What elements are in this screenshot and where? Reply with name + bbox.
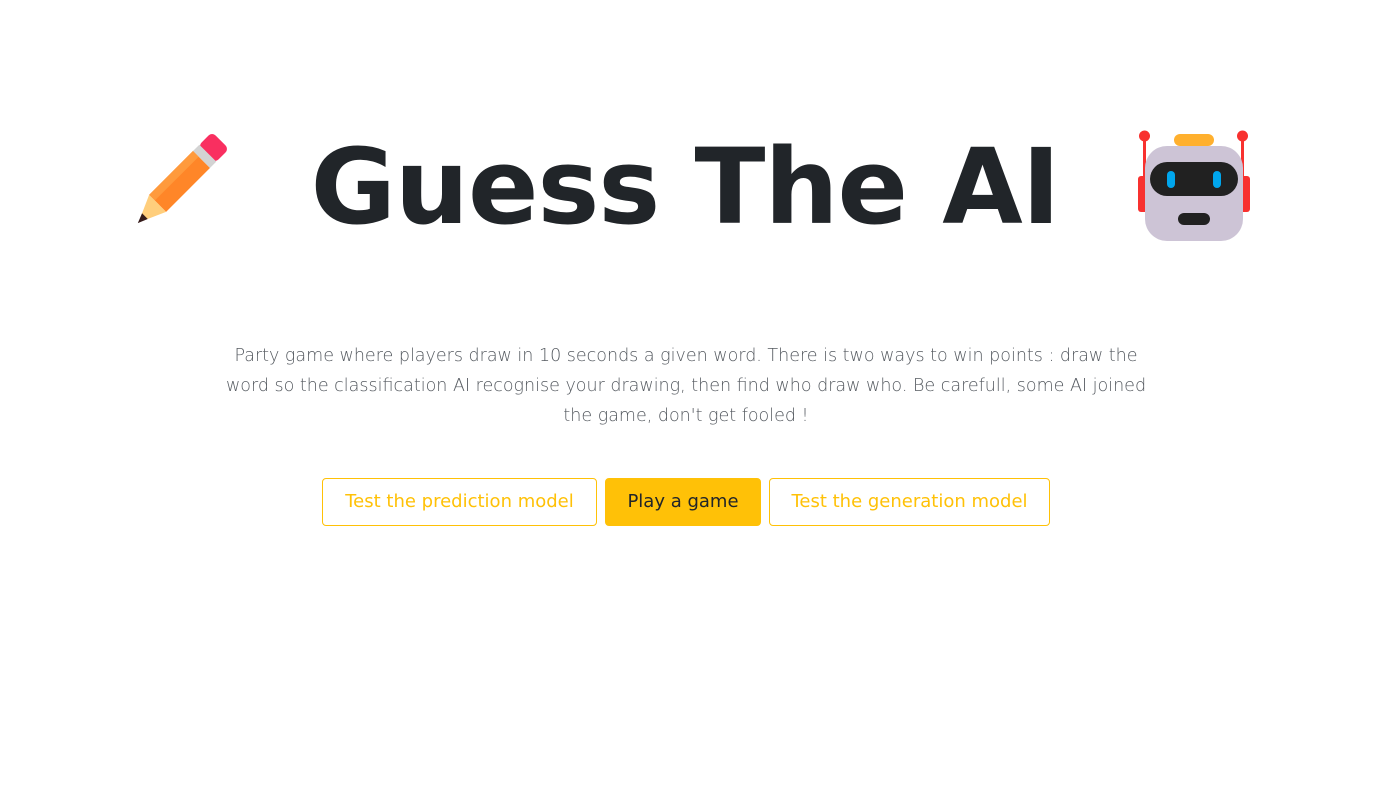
test-prediction-model-button[interactable]: Test the prediction model bbox=[322, 478, 597, 526]
robot-icon bbox=[1136, 128, 1252, 244]
game-description: Party game where players draw in 10 seco… bbox=[225, 346, 1147, 426]
action-button-group: Test the prediction model Play a game Te… bbox=[0, 478, 1372, 526]
landing-page: Guess The AI Party game where players dr… bbox=[0, 0, 1398, 809]
test-generation-model-button[interactable]: Test the generation model bbox=[769, 478, 1050, 526]
play-game-button[interactable]: Play a game bbox=[605, 478, 761, 526]
